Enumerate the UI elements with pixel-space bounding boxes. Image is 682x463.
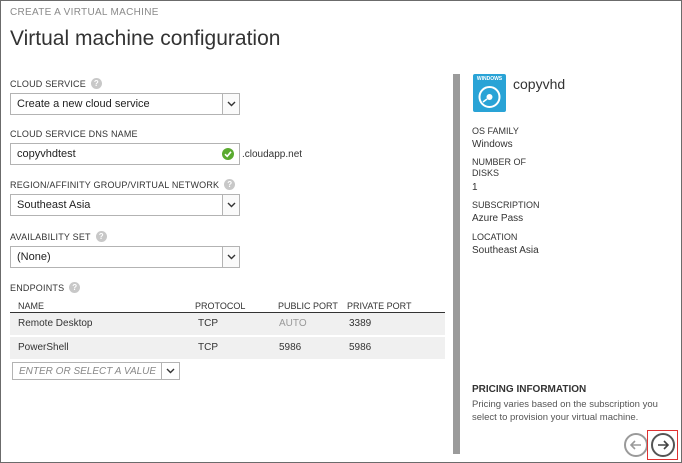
summary-divider-bar xyxy=(453,74,460,454)
chevron-down-icon xyxy=(222,195,239,215)
dns-name-input[interactable]: copyvhdtest xyxy=(10,143,240,165)
endpoint-input-placeholder: ENTER OR SELECT A VALUE xyxy=(19,366,157,377)
endpoints-label: ENDPOINTS ? xyxy=(10,282,81,293)
column-header-private-port: PRIVATE PORT xyxy=(347,301,412,311)
dns-name-label: CLOUD SERVICE DNS NAME xyxy=(10,129,138,139)
table-row[interactable]: PowerShell TCP 5986 5986 xyxy=(10,337,445,359)
page-title: Virtual machine configuration xyxy=(10,27,281,50)
chevron-down-icon[interactable] xyxy=(161,363,179,379)
endpoint-public-port: AUTO xyxy=(279,318,307,329)
endpoint-protocol: TCP xyxy=(198,318,218,329)
location-value: Southeast Asia xyxy=(472,245,539,256)
region-select[interactable]: Southeast Asia xyxy=(10,194,240,216)
endpoint-private-port: 3389 xyxy=(349,318,372,329)
arrow-left-icon xyxy=(630,440,641,450)
endpoint-private-port: 5986 xyxy=(349,342,372,353)
help-icon[interactable]: ? xyxy=(69,282,81,293)
disks-value: 1 xyxy=(472,182,478,193)
region-label: REGION/AFFINITY GROUP/VIRTUAL NETWORK ? xyxy=(10,179,236,190)
next-button-highlight xyxy=(647,430,678,460)
location-label: LOCATION xyxy=(472,232,518,242)
pricing-title: PRICING INFORMATION xyxy=(472,384,587,395)
chevron-down-icon xyxy=(222,94,239,114)
column-header-public-port: PUBLIC PORT xyxy=(278,301,338,311)
vm-name: copyvhd xyxy=(513,76,566,92)
column-header-name: NAME xyxy=(18,301,45,311)
endpoint-protocol: TCP xyxy=(198,342,218,353)
endpoint-combo-input[interactable]: ENTER OR SELECT A VALUE xyxy=(12,362,180,380)
help-icon[interactable]: ? xyxy=(90,78,102,89)
back-button[interactable] xyxy=(624,433,648,457)
pricing-text: Pricing varies based on the subscription… xyxy=(472,399,658,423)
availability-set-label: AVAILABILITY SET ? xyxy=(10,231,107,242)
wizard-label: CREATE A VIRTUAL MACHINE xyxy=(10,7,159,18)
checkmark-circle-icon xyxy=(222,148,234,160)
disks-label: NUMBER OF DISKS xyxy=(472,157,526,178)
help-icon[interactable]: ? xyxy=(95,231,107,242)
table-row[interactable]: Remote Desktop TCP AUTO 3389 xyxy=(10,313,445,335)
subscription-value: Azure Pass xyxy=(472,213,524,224)
os-family-value: Windows xyxy=(472,139,513,150)
subscription-label: SUBSCRIPTION xyxy=(472,200,540,210)
cloud-service-select[interactable]: Create a new cloud service xyxy=(10,93,240,115)
chevron-down-icon xyxy=(222,247,239,267)
endpoint-name: Remote Desktop xyxy=(18,318,93,329)
endpoints-table-header: NAME PROTOCOL PUBLIC PORT PRIVATE PORT xyxy=(10,300,445,314)
availability-set-select[interactable]: (None) xyxy=(10,246,240,268)
help-icon[interactable]: ? xyxy=(224,179,236,190)
endpoint-name: PowerShell xyxy=(18,342,69,353)
endpoint-public-port: 5986 xyxy=(279,342,302,353)
dns-suffix: .cloudapp.net xyxy=(242,149,303,160)
windows-disk-icon: WINDOWS xyxy=(473,74,506,112)
column-header-protocol: PROTOCOL xyxy=(195,301,246,311)
cloud-service-label: CLOUD SERVICE ? xyxy=(10,78,102,89)
os-family-label: OS FAMILY xyxy=(472,126,519,136)
